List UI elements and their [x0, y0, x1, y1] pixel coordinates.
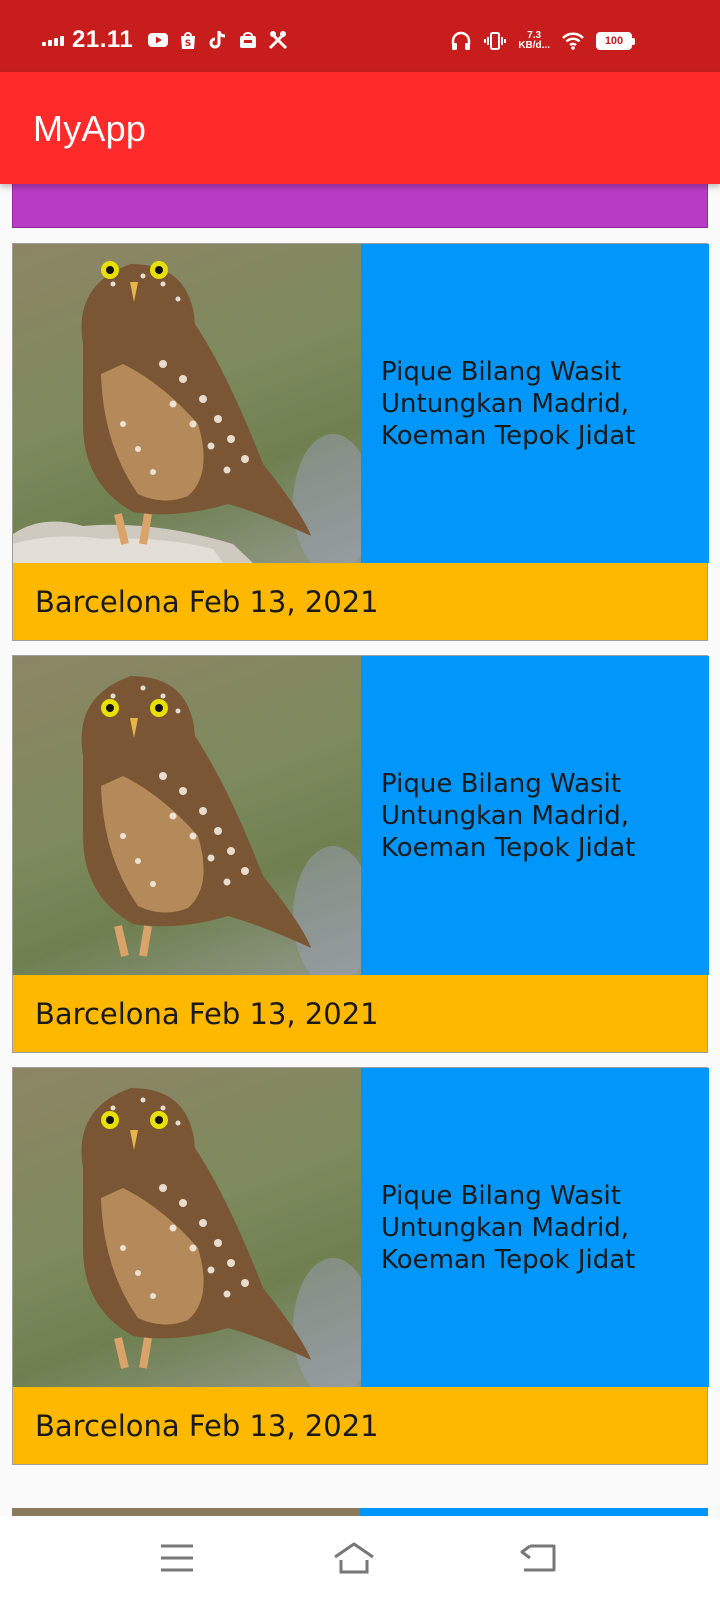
status-bar: 21.11 S 7.3 KB/d... 100: [0, 0, 720, 72]
previous-card-strip[interactable]: [12, 184, 708, 228]
menu-button[interactable]: [147, 1534, 207, 1582]
owl-photo: [13, 244, 361, 563]
card-footer: Barcelona Feb 13, 2021: [13, 975, 707, 1052]
card-footer-text: Barcelona Feb 13, 2021: [35, 1408, 379, 1443]
next-card-partial[interactable]: [12, 1508, 708, 1516]
vibrate-icon: [484, 30, 507, 52]
owl-photo: [13, 656, 361, 975]
news-card[interactable]: Pique Bilang Wasit Untungkan Madrid, Koe…: [12, 1067, 709, 1465]
wifi-icon: [562, 30, 584, 52]
card-headline: Pique Bilang Wasit Untungkan Madrid, Koe…: [381, 1180, 636, 1275]
owl-image: [81, 1088, 361, 1387]
status-left: 21.11 S: [42, 26, 289, 54]
app-title: MyApp: [33, 108, 147, 149]
app-bar: MyApp: [0, 72, 720, 184]
owl-image: [81, 676, 361, 975]
tiktok-icon: [207, 29, 229, 51]
owl-image: [13, 261, 361, 563]
status-right: 7.3 KB/d... 100: [450, 26, 635, 56]
card-footer: Barcelona Feb 13, 2021: [13, 563, 707, 640]
home-icon: [334, 1542, 374, 1574]
next-card-text-panel: [360, 1508, 708, 1516]
back-button[interactable]: [508, 1534, 568, 1582]
svg-text:S: S: [185, 39, 191, 49]
net-speed-unit: KB/d...: [518, 40, 550, 51]
youtube-icon: [147, 29, 169, 51]
status-time: 21.11: [72, 26, 134, 53]
back-icon: [520, 1544, 556, 1572]
card-footer: Barcelona Feb 13, 2021: [13, 1387, 707, 1464]
news-list[interactable]: Pique Bilang Wasit Untungkan Madrid, Koe…: [0, 184, 720, 1516]
battery-icon: 100: [596, 32, 635, 50]
system-nav-bar: [0, 1516, 720, 1600]
shop-bag-icon: [237, 29, 259, 51]
next-card-image: [12, 1508, 360, 1516]
card-headline-panel: Pique Bilang Wasit Untungkan Madrid, Koe…: [361, 656, 709, 975]
card-headline: Pique Bilang Wasit Untungkan Madrid, Koe…: [381, 768, 636, 863]
card-headline: Pique Bilang Wasit Untungkan Madrid, Koe…: [381, 356, 636, 451]
card-headline-panel: Pique Bilang Wasit Untungkan Madrid, Koe…: [361, 1068, 709, 1387]
card-footer-text: Barcelona Feb 13, 2021: [35, 996, 379, 1031]
shopee-icon: S: [177, 29, 199, 51]
card-footer-text: Barcelona Feb 13, 2021: [35, 584, 379, 619]
headphones-icon: [450, 30, 472, 52]
home-button[interactable]: [324, 1534, 384, 1582]
owl-photo: [13, 1068, 361, 1387]
news-card[interactable]: Pique Bilang Wasit Untungkan Madrid, Koe…: [12, 655, 709, 1053]
menu-icon: [161, 1544, 193, 1572]
signal-icon: [42, 34, 64, 46]
news-card[interactable]: Pique Bilang Wasit Untungkan Madrid, Koe…: [12, 243, 709, 641]
net-speed: 7.3 KB/d...: [518, 31, 550, 51]
tools-icon: [267, 29, 289, 51]
card-headline-panel: Pique Bilang Wasit Untungkan Madrid, Koe…: [361, 244, 709, 563]
